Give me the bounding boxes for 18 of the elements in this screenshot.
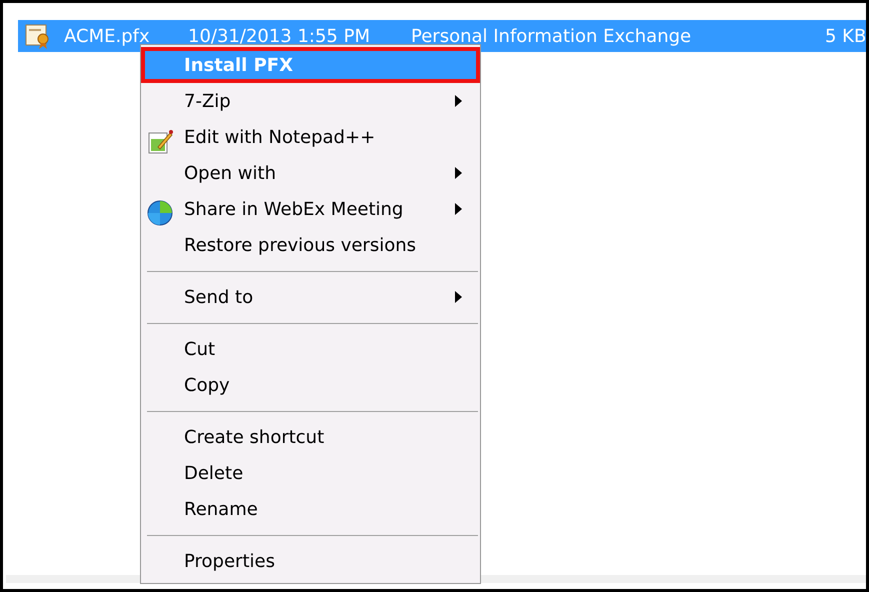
menu-item[interactable]: 7-Zip [141, 83, 480, 119]
file-name: ACME.pfx [64, 26, 151, 46]
menu-item[interactable]: Copy [141, 367, 480, 403]
menu-item[interactable]: Share in WebEx Meeting [141, 191, 480, 227]
menu-item[interactable]: Properties [141, 543, 480, 579]
menu-item[interactable]: Cut [141, 331, 480, 367]
menu-item[interactable]: Send to [141, 279, 480, 315]
globe-icon [146, 199, 174, 227]
file-type: Personal Information Exchange [411, 26, 692, 46]
menu-item[interactable]: Edit with Notepad++ [141, 119, 480, 155]
file-size: 5 KB [825, 26, 868, 46]
menu-item[interactable]: Rename [141, 491, 480, 527]
notepad-icon [146, 127, 174, 155]
menu-item[interactable]: Open with [141, 155, 480, 191]
menu-item[interactable]: Delete [141, 455, 480, 491]
date-modified: 10/31/2013 1:55 PM [188, 26, 371, 46]
menu-item[interactable]: Create shortcut [141, 419, 480, 455]
menu-item[interactable]: Restore previous versions [141, 227, 480, 263]
